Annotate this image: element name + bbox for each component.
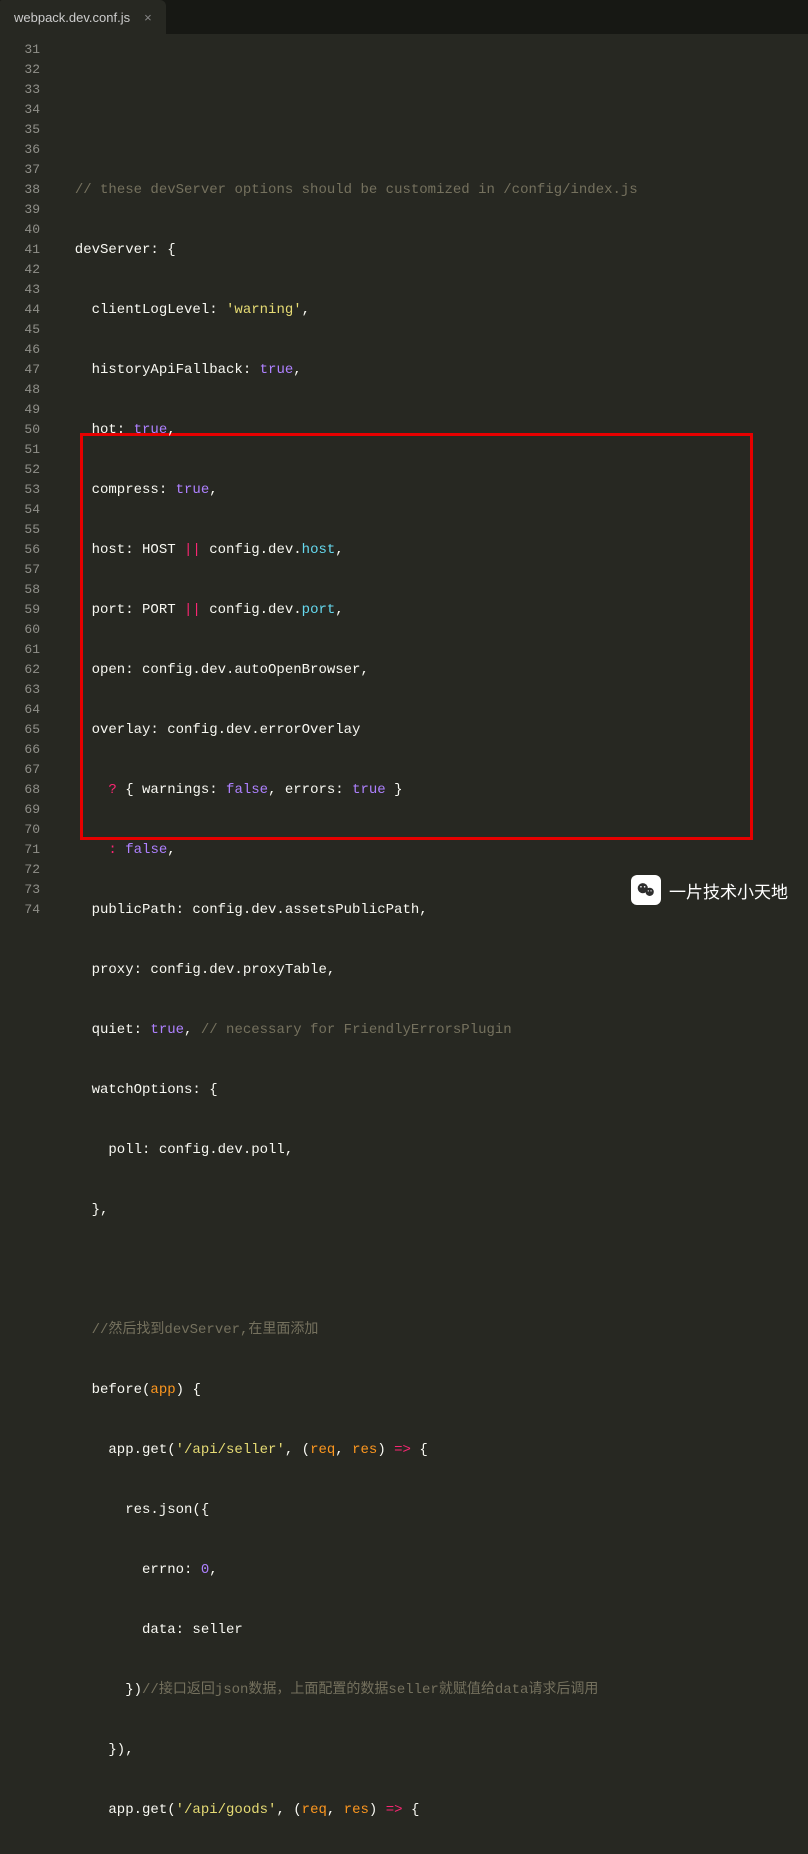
code-line: proxy: config.dev.proxyTable,	[58, 960, 808, 980]
line-number: 67	[0, 760, 40, 780]
code-line: clientLogLevel: 'warning',	[58, 300, 808, 320]
line-number: 48	[0, 380, 40, 400]
line-number: 59	[0, 600, 40, 620]
line-number: 42	[0, 260, 40, 280]
close-icon[interactable]: ×	[144, 10, 152, 25]
code-line: compress: true,	[58, 480, 808, 500]
line-number: 46	[0, 340, 40, 360]
code-line: //然后找到devServer,在里面添加	[58, 1320, 808, 1340]
line-number: 69	[0, 800, 40, 820]
code-area[interactable]: // these devServer options should be cus…	[58, 34, 808, 927]
line-number: 36	[0, 140, 40, 160]
line-number: 31	[0, 40, 40, 60]
line-number: 49	[0, 400, 40, 420]
tab-bar: webpack.dev.conf.js ×	[0, 0, 808, 34]
line-number: 71	[0, 840, 40, 860]
line-number: 38	[0, 180, 40, 200]
code-line: },	[58, 1200, 808, 1220]
code-line: // these devServer options should be cus…	[58, 180, 808, 200]
line-number: 45	[0, 320, 40, 340]
code-line: }),	[58, 1740, 808, 1760]
code-line: watchOptions: {	[58, 1080, 808, 1100]
line-number: 32	[0, 60, 40, 80]
code-line: historyApiFallback: true,	[58, 360, 808, 380]
line-number: 51	[0, 440, 40, 460]
code-line: app.get('/api/seller', (req, res) => {	[58, 1440, 808, 1460]
line-number: 70	[0, 820, 40, 840]
code-line: res.json({	[58, 1500, 808, 1520]
line-number: 68	[0, 780, 40, 800]
line-number: 37	[0, 160, 40, 180]
code-line: open: config.dev.autoOpenBrowser,	[58, 660, 808, 680]
line-number: 33	[0, 80, 40, 100]
wechat-icon	[631, 875, 661, 905]
tab-filename: webpack.dev.conf.js	[14, 10, 130, 25]
code-line: port: PORT || config.dev.port,	[58, 600, 808, 620]
watermark: 一片技术小天地	[631, 875, 788, 905]
line-number: 54	[0, 500, 40, 520]
line-number: 52	[0, 460, 40, 480]
line-number: 44	[0, 300, 40, 320]
line-number: 60	[0, 620, 40, 640]
code-line: hot: true,	[58, 420, 808, 440]
code-line: ? { warnings: false, errors: true }	[58, 780, 808, 800]
line-number: 64	[0, 700, 40, 720]
line-number: 63	[0, 680, 40, 700]
code-line: app.get('/api/goods', (req, res) => {	[58, 1800, 808, 1820]
line-number: 61	[0, 640, 40, 660]
code-line: })//接口返回json数据，上面配置的数据seller就赋值给data请求后调…	[58, 1680, 808, 1700]
line-number: 66	[0, 740, 40, 760]
tab-active[interactable]: webpack.dev.conf.js ×	[0, 0, 166, 34]
code-line: data: seller	[58, 1620, 808, 1640]
code-line: : false,	[58, 840, 808, 860]
line-number: 53	[0, 480, 40, 500]
watermark-text: 一片技术小天地	[669, 878, 788, 903]
line-number: 56	[0, 540, 40, 560]
line-number: 55	[0, 520, 40, 540]
line-number: 73	[0, 880, 40, 900]
code-line: errno: 0,	[58, 1560, 808, 1580]
gutter: 3132333435363738394041424344454647484950…	[0, 34, 58, 927]
line-number: 35	[0, 120, 40, 140]
line-number: 65	[0, 720, 40, 740]
line-number: 43	[0, 280, 40, 300]
code-line: overlay: config.dev.errorOverlay	[58, 720, 808, 740]
line-number: 58	[0, 580, 40, 600]
line-number: 50	[0, 420, 40, 440]
code-line: poll: config.dev.poll,	[58, 1140, 808, 1160]
line-number: 39	[0, 200, 40, 220]
code-line: devServer: {	[58, 240, 808, 260]
line-number: 34	[0, 100, 40, 120]
editor: 3132333435363738394041424344454647484950…	[0, 34, 808, 927]
code-line: quiet: true, // necessary for FriendlyEr…	[58, 1020, 808, 1040]
line-number: 72	[0, 860, 40, 880]
line-number: 74	[0, 900, 40, 920]
line-number: 41	[0, 240, 40, 260]
code-line	[58, 1260, 808, 1280]
code-line: host: HOST || config.dev.host,	[58, 540, 808, 560]
line-number: 47	[0, 360, 40, 380]
code-line	[58, 120, 808, 140]
line-number: 57	[0, 560, 40, 580]
line-number: 62	[0, 660, 40, 680]
line-number: 40	[0, 220, 40, 240]
code-line: before(app) {	[58, 1380, 808, 1400]
